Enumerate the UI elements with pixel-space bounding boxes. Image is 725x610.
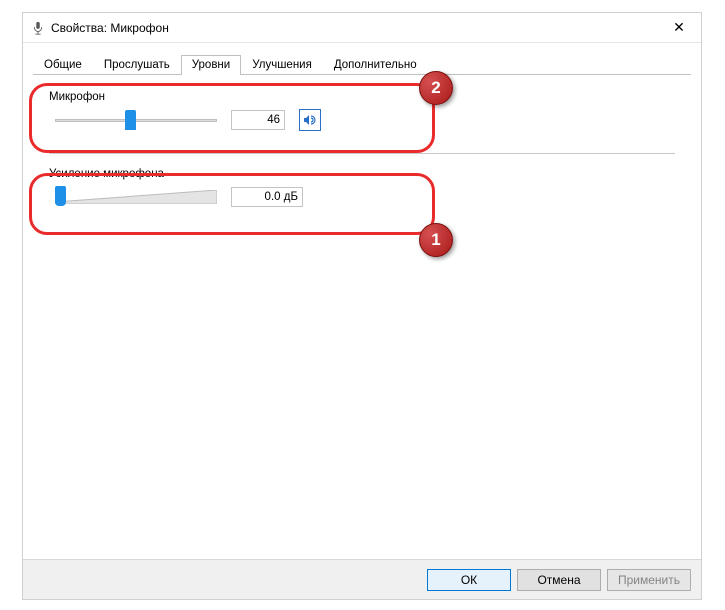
tab-enhancements[interactable]: Улучшения <box>241 55 323 75</box>
speaker-icon <box>302 112 318 128</box>
gain-row <box>55 186 689 208</box>
volume-thumb[interactable] <box>125 110 136 130</box>
gain-slider[interactable] <box>55 186 217 208</box>
mute-button[interactable] <box>299 109 321 131</box>
annotation-badge-2: 2 <box>419 71 453 105</box>
gain-track <box>55 190 217 204</box>
window-title: Свойства: Микрофон <box>51 21 657 35</box>
tab-levels[interactable]: Уровни <box>181 55 241 75</box>
volume-track <box>55 119 217 122</box>
tab-content: 2 Микрофон 1 Усиление микрофона <box>23 75 701 565</box>
tab-listen[interactable]: Прослушать <box>93 55 181 75</box>
volume-row <box>55 109 689 131</box>
tab-bar: Общие Прослушать Уровни Улучшения Дополн… <box>33 51 691 75</box>
volume-label: Микрофон <box>49 91 689 103</box>
volume-slider[interactable] <box>55 109 217 131</box>
gain-label: Усиление микрофона <box>49 168 689 180</box>
tab-general[interactable]: Общие <box>33 55 93 75</box>
mic-icon <box>31 21 45 35</box>
cancel-button[interactable]: Отмена <box>517 569 601 591</box>
annotation-badge-1: 1 <box>419 223 453 257</box>
ok-button[interactable]: ОК <box>427 569 511 591</box>
button-bar: ОК Отмена Применить <box>23 559 701 599</box>
gain-value[interactable] <box>231 187 303 207</box>
gain-thumb[interactable] <box>55 186 66 206</box>
volume-value[interactable] <box>231 110 285 130</box>
close-button[interactable]: ✕ <box>657 13 701 43</box>
close-icon: ✕ <box>673 19 685 36</box>
divider <box>49 153 675 154</box>
tab-advanced[interactable]: Дополнительно <box>323 55 428 75</box>
apply-button: Применить <box>607 569 691 591</box>
titlebar: Свойства: Микрофон ✕ <box>23 13 701 43</box>
